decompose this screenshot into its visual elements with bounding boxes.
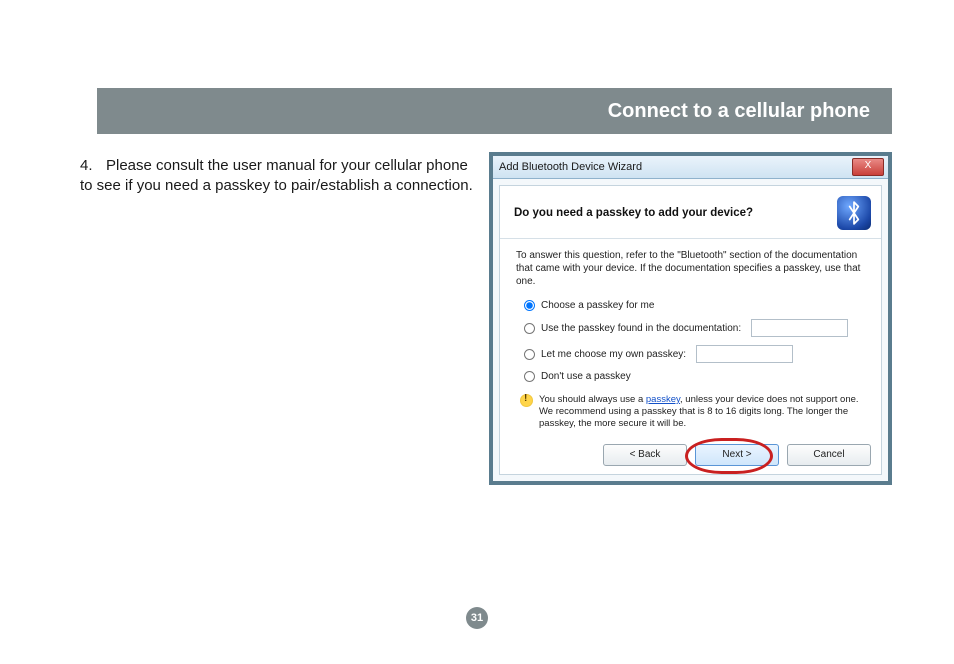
back-button[interactable]: < Back xyxy=(603,444,687,466)
dialog-head: Do you need a passkey to add your device… xyxy=(500,186,881,239)
radio-label: Don't use a passkey xyxy=(541,371,631,382)
next-button-wrap: Next > xyxy=(695,444,779,466)
radio-doc-passkey[interactable]: Use the passkey found in the documentati… xyxy=(524,319,865,337)
passkey-link[interactable]: passkey xyxy=(646,394,680,405)
dialog-heading: Do you need a passkey to add your device… xyxy=(514,207,753,219)
note-text: You should always use a passkey, unless … xyxy=(539,394,861,430)
section-header: Connect to a cellular phone xyxy=(97,88,892,134)
next-button[interactable]: Next > xyxy=(695,444,779,466)
section-title: Connect to a cellular phone xyxy=(608,100,870,123)
close-button[interactable]: X xyxy=(852,158,884,176)
step-body: Please consult the user manual for your … xyxy=(80,157,473,194)
step-number: 4. xyxy=(80,156,106,176)
page-number-badge: 31 xyxy=(466,607,488,629)
dialog-buttons: < Back Next > Cancel xyxy=(603,444,871,466)
dialog-body: To answer this question, refer to the "B… xyxy=(500,239,881,434)
own-passkey-field[interactable] xyxy=(696,345,793,363)
window-title: Add Bluetooth Device Wizard xyxy=(499,161,642,173)
security-note: You should always use a passkey, unless … xyxy=(520,394,861,430)
radio-own-passkey[interactable]: Let me choose my own passkey: xyxy=(524,345,865,363)
intro-text: To answer this question, refer to the "B… xyxy=(516,249,865,288)
titlebar: Add Bluetooth Device Wizard X xyxy=(493,156,888,179)
content-row: 4.Please consult the user manual for you… xyxy=(80,152,892,485)
warning-icon xyxy=(520,394,533,407)
radio-no-passkey[interactable]: Don't use a passkey xyxy=(524,371,865,382)
radio-input[interactable] xyxy=(524,300,535,311)
radio-input[interactable] xyxy=(524,371,535,382)
radio-label: Use the passkey found in the documentati… xyxy=(541,323,741,334)
bluetooth-icon xyxy=(837,196,871,230)
wizard-dialog-screenshot: Add Bluetooth Device Wizard X Do you nee… xyxy=(489,152,892,485)
radio-input[interactable] xyxy=(524,323,535,334)
radio-label: Let me choose my own passkey: xyxy=(541,349,686,360)
cancel-button[interactable]: Cancel xyxy=(787,444,871,466)
step-text: 4.Please consult the user manual for you… xyxy=(80,152,475,485)
radio-choose-passkey[interactable]: Choose a passkey for me xyxy=(524,300,865,311)
radio-input[interactable] xyxy=(524,349,535,360)
dialog-inner: Do you need a passkey to add your device… xyxy=(499,185,882,475)
doc-passkey-field[interactable] xyxy=(751,319,848,337)
radio-label: Choose a passkey for me xyxy=(541,300,654,311)
